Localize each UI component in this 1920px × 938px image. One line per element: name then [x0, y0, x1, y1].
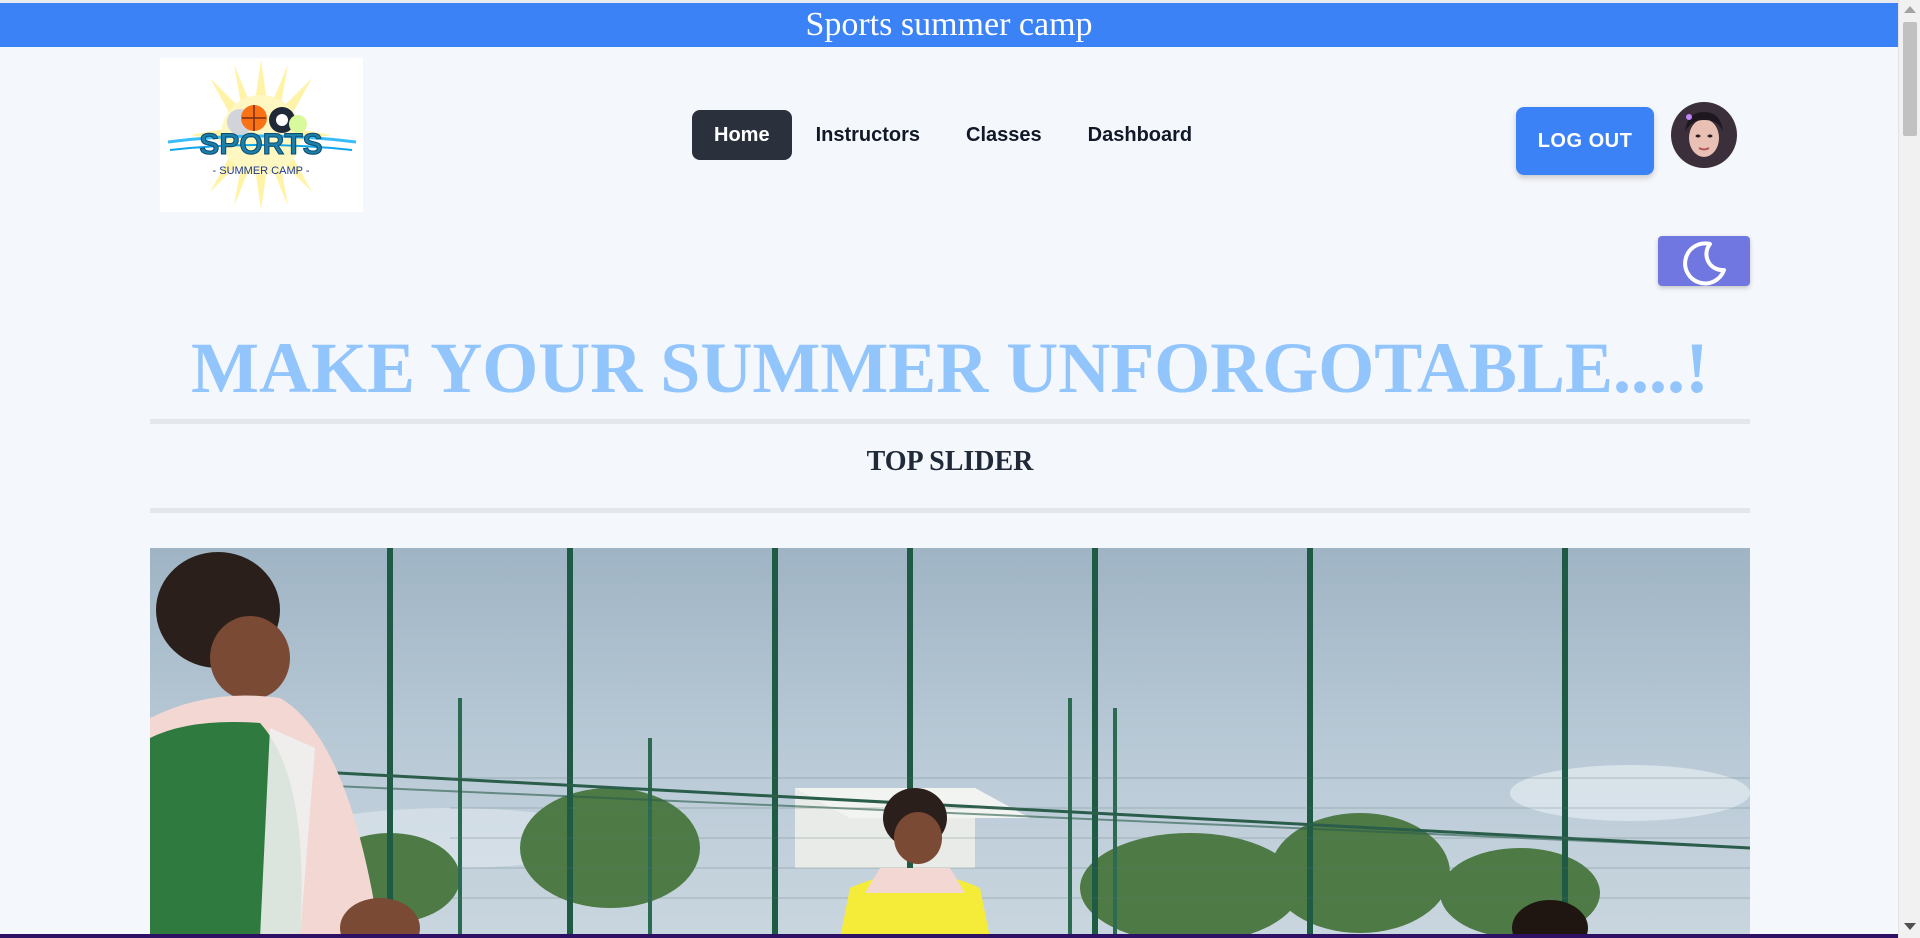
logout-button[interactable]: LOG OUT — [1516, 107, 1654, 175]
divider-bottom — [150, 508, 1750, 513]
logo-graphic: SPORTS - SUMMER CAMP - — [167, 60, 357, 210]
site-logo[interactable]: SPORTS - SUMMER CAMP - — [160, 58, 363, 212]
logo-main-text: SPORTS — [199, 128, 322, 161]
main-nav: Home Instructors Classes Dashboard — [692, 110, 1216, 160]
nav-item-home[interactable]: Home — [692, 110, 792, 160]
site-banner: Sports summer camp — [0, 3, 1898, 47]
scroll-thumb[interactable] — [1903, 22, 1917, 136]
divider-top — [150, 419, 1750, 424]
scroll-up-arrow-icon[interactable] — [1904, 6, 1916, 13]
moon-icon — [1683, 241, 1726, 286]
nav-item-dashboard[interactable]: Dashboard — [1066, 110, 1214, 160]
scroll-down-arrow-icon[interactable] — [1904, 923, 1916, 930]
section-title-top-slider: TOP SLIDER — [866, 446, 1034, 477]
logo-sub-text: - SUMMER CAMP - — [213, 165, 310, 177]
avatar-icon — [1671, 102, 1737, 168]
vertical-scrollbar[interactable] — [1898, 0, 1920, 938]
theme-toggle-button[interactable] — [1658, 236, 1750, 286]
nav-item-instructors[interactable]: Instructors — [794, 110, 942, 160]
nav-item-classes[interactable]: Classes — [944, 110, 1064, 160]
hero-title: MAKE YOUR SUMMER UNFORGOTABLE....! — [191, 328, 1709, 408]
user-avatar[interactable] — [1671, 102, 1737, 168]
slider-photo — [150, 548, 1750, 938]
page: Sports summer camp SPORTS - SUMMER CAMP … — [0, 0, 1920, 938]
top-slider[interactable] — [150, 548, 1750, 938]
bottom-edge — [0, 934, 1898, 938]
